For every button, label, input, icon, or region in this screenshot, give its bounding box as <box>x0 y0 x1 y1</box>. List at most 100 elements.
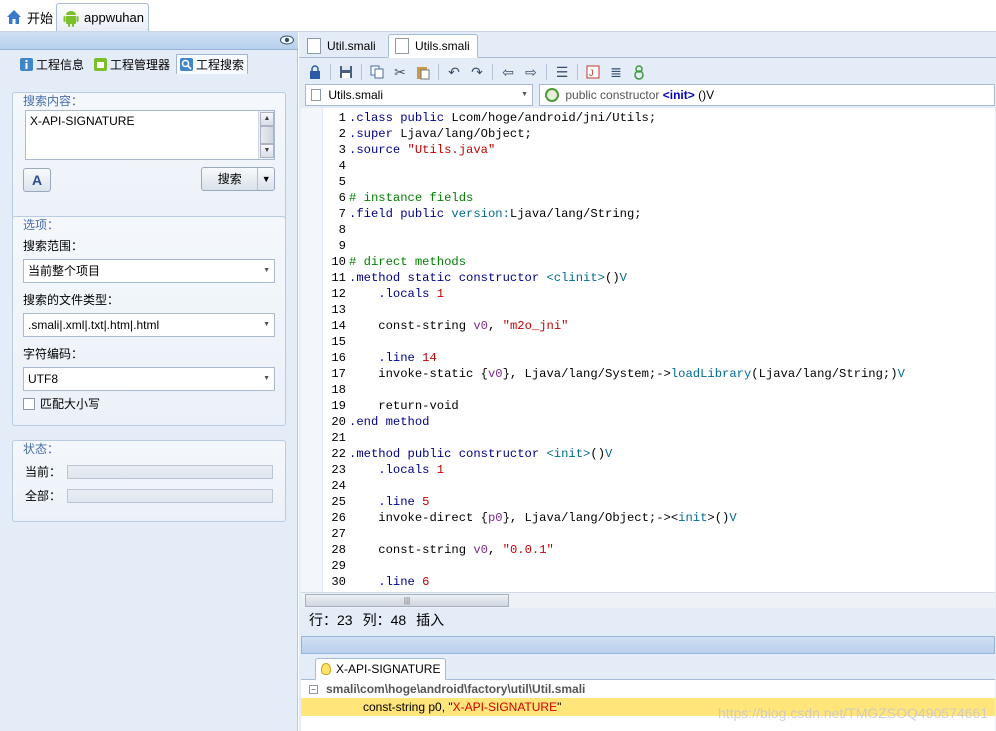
tab-start[interactable]: 开始 <box>0 3 59 31</box>
paste-icon[interactable] <box>413 62 433 82</box>
code-line[interactable]: 7 .field public version:Ljava/lang/String… <box>323 206 995 222</box>
code-editor[interactable]: 1 .class public Lcom/hoge/android/jni/Uti… <box>301 108 995 592</box>
line-number: 25 <box>331 495 346 509</box>
code-line[interactable]: 1 .class public Lcom/hoge/android/jni/Uti… <box>323 110 995 126</box>
code-line[interactable]: 20 .end method <box>323 414 995 430</box>
code-line[interactable]: 19 return-void <box>323 398 995 414</box>
copy-icon[interactable] <box>367 62 387 82</box>
code-line[interactable]: 11 .method static constructor <clinit>()V <box>323 270 995 286</box>
member-selector-keyword: <init> <box>662 88 695 102</box>
code-line[interactable]: 26 invoke-direct {p0}, Ljava/lang/Object… <box>323 510 995 526</box>
line-text: .method public constructor <init>()V <box>349 447 613 461</box>
encoding-select[interactable]: UTF8 ▼ <box>23 367 275 391</box>
java-icon[interactable]: J <box>583 62 603 82</box>
line-number: 9 <box>338 239 346 253</box>
horizontal-scroll-thumb[interactable]: ||| <box>305 594 509 607</box>
code-line[interactable]: 27 <box>323 526 995 542</box>
tab-appwuhan[interactable]: appwuhan <box>56 3 149 31</box>
code-line[interactable]: 25 .line 5 <box>323 494 995 510</box>
tab-project-search-label: 工程搜索 <box>196 58 245 72</box>
horizontal-scrollbar[interactable]: ||| <box>301 592 995 608</box>
top-tab-bar: 开始 appwuhan <box>0 0 996 32</box>
undo-icon[interactable]: ↶ <box>444 62 464 82</box>
result-file-path: smali\com\hoge\android\factory\util\Util… <box>326 682 586 696</box>
search-query-input[interactable]: X-API-SIGNATURE ▲ ▼ <box>25 110 275 160</box>
file-tab-util[interactable]: Util.smali <box>301 34 385 58</box>
eye-icon[interactable] <box>280 34 294 49</box>
redo-icon[interactable]: ↷ <box>467 62 487 82</box>
checkbox-box[interactable] <box>23 397 35 410</box>
line-text: .field public version:Ljava/lang/String; <box>349 207 642 221</box>
back-arrow-icon[interactable]: ⇦ <box>498 62 518 82</box>
status-all-row: 全部： <box>25 487 274 504</box>
scroll-up-icon[interactable]: ▲ <box>260 112 274 126</box>
line-number: 30 <box>331 575 346 589</box>
code-line[interactable]: 2 .super Ljava/lang/Object; <box>323 126 995 142</box>
filetype-select[interactable]: .smali|.xml|.txt|.htm|.html ▼ <box>23 313 275 337</box>
code-line[interactable]: 18 <box>323 382 995 398</box>
line-number: 23 <box>331 463 346 477</box>
search-input-scrollbar[interactable]: ▲ ▼ <box>258 111 274 159</box>
forward-arrow-icon[interactable]: ⇨ <box>521 62 541 82</box>
code-line[interactable]: 28 const-string v0, "0.0.1" <box>323 542 995 558</box>
file-selector[interactable]: Utils.smali ▼ <box>305 84 533 106</box>
code-line[interactable]: 23 .locals 1 <box>323 462 995 478</box>
code-line[interactable]: 22 .method public constructor <init>()V <box>323 446 995 462</box>
status-col: 列：48 <box>362 612 407 628</box>
code-line[interactable]: 10 # direct methods <box>323 254 995 270</box>
code-line[interactable]: 15 <box>323 334 995 350</box>
results-tab-label: X-API-SIGNATURE <box>336 662 441 676</box>
cut-icon[interactable]: ✂ <box>390 62 410 82</box>
code-line[interactable]: 9 <box>323 238 995 254</box>
code-line[interactable]: 17 invoke-static {v0}, Ljava/lang/System… <box>323 366 995 382</box>
code-line[interactable]: 13 <box>323 302 995 318</box>
collapse-icon[interactable]: − <box>309 684 318 694</box>
code-line[interactable]: 4 <box>323 158 995 174</box>
code-line[interactable]: 14 const-string v0, "m2o_jni" <box>323 318 995 334</box>
match-case-checkbox[interactable]: 匹配大小写 <box>23 395 100 412</box>
tab-project-manager[interactable]: 工程管理器 <box>90 54 174 74</box>
file-tab-utils-label: Utils.smali <box>415 39 470 53</box>
line-text: # instance fields <box>349 191 474 205</box>
line-text: .method static constructor <clinit>()V <box>349 271 627 285</box>
dropdown-arrow-icon[interactable]: ▼ <box>258 174 274 184</box>
member-selector[interactable]: public constructor <init> ()V <box>539 84 995 106</box>
tab-project-info[interactable]: 工程信息 <box>16 54 88 74</box>
scope-value: 当前整个项目 <box>28 264 101 278</box>
code-line[interactable]: 12 .locals 1 <box>323 286 995 302</box>
lock-icon[interactable] <box>305 62 325 82</box>
code-line[interactable]: 6 # instance fields <box>323 190 995 206</box>
encoding-value: UTF8 <box>28 372 58 386</box>
status-title: 状态： <box>23 442 60 456</box>
code-line[interactable]: 5 <box>323 174 995 190</box>
format-icon[interactable]: ☰ <box>552 62 572 82</box>
line-number: 16 <box>331 351 346 365</box>
file-selector-value: Utils.smali <box>328 88 384 102</box>
code-line[interactable]: 8 <box>323 222 995 238</box>
code-line[interactable]: 24 <box>323 478 995 494</box>
debug-icon[interactable] <box>629 62 649 82</box>
file-tab-util-label: Util.smali <box>327 39 376 53</box>
line-number: 3 <box>338 143 346 157</box>
line-number: 27 <box>331 527 346 541</box>
code-line[interactable]: 21 <box>323 430 995 446</box>
code-line[interactable]: 29 <box>323 558 995 574</box>
results-tab[interactable]: X-API-SIGNATURE <box>315 658 447 680</box>
scroll-down-icon[interactable]: ▼ <box>260 144 274 158</box>
file-tab-utils[interactable]: Utils.smali <box>388 34 478 58</box>
line-text: const-string v0, "0.0.1" <box>349 543 554 557</box>
scroll-thumb[interactable] <box>260 126 274 144</box>
code-line[interactable]: 3 .source "Utils.java" <box>323 142 995 158</box>
tab-project-search[interactable]: 工程搜索 <box>176 54 249 74</box>
scope-select[interactable]: 当前整个项目 ▼ <box>23 259 275 283</box>
search-button[interactable]: 搜索 ▼ <box>201 167 275 191</box>
status-all-label: 全部： <box>25 489 62 503</box>
save-icon[interactable] <box>336 62 356 82</box>
code-line[interactable]: 30 .line 6 <box>323 574 995 590</box>
list-icon[interactable]: ≣ <box>606 62 626 82</box>
search-query-text: X-API-SIGNATURE <box>30 114 135 128</box>
font-button[interactable]: A <box>23 168 51 192</box>
line-number: 17 <box>331 367 346 381</box>
result-file-node[interactable]: − smali\com\hoge\android\factory\util\Ut… <box>301 680 995 698</box>
code-line[interactable]: 16 .line 14 <box>323 350 995 366</box>
